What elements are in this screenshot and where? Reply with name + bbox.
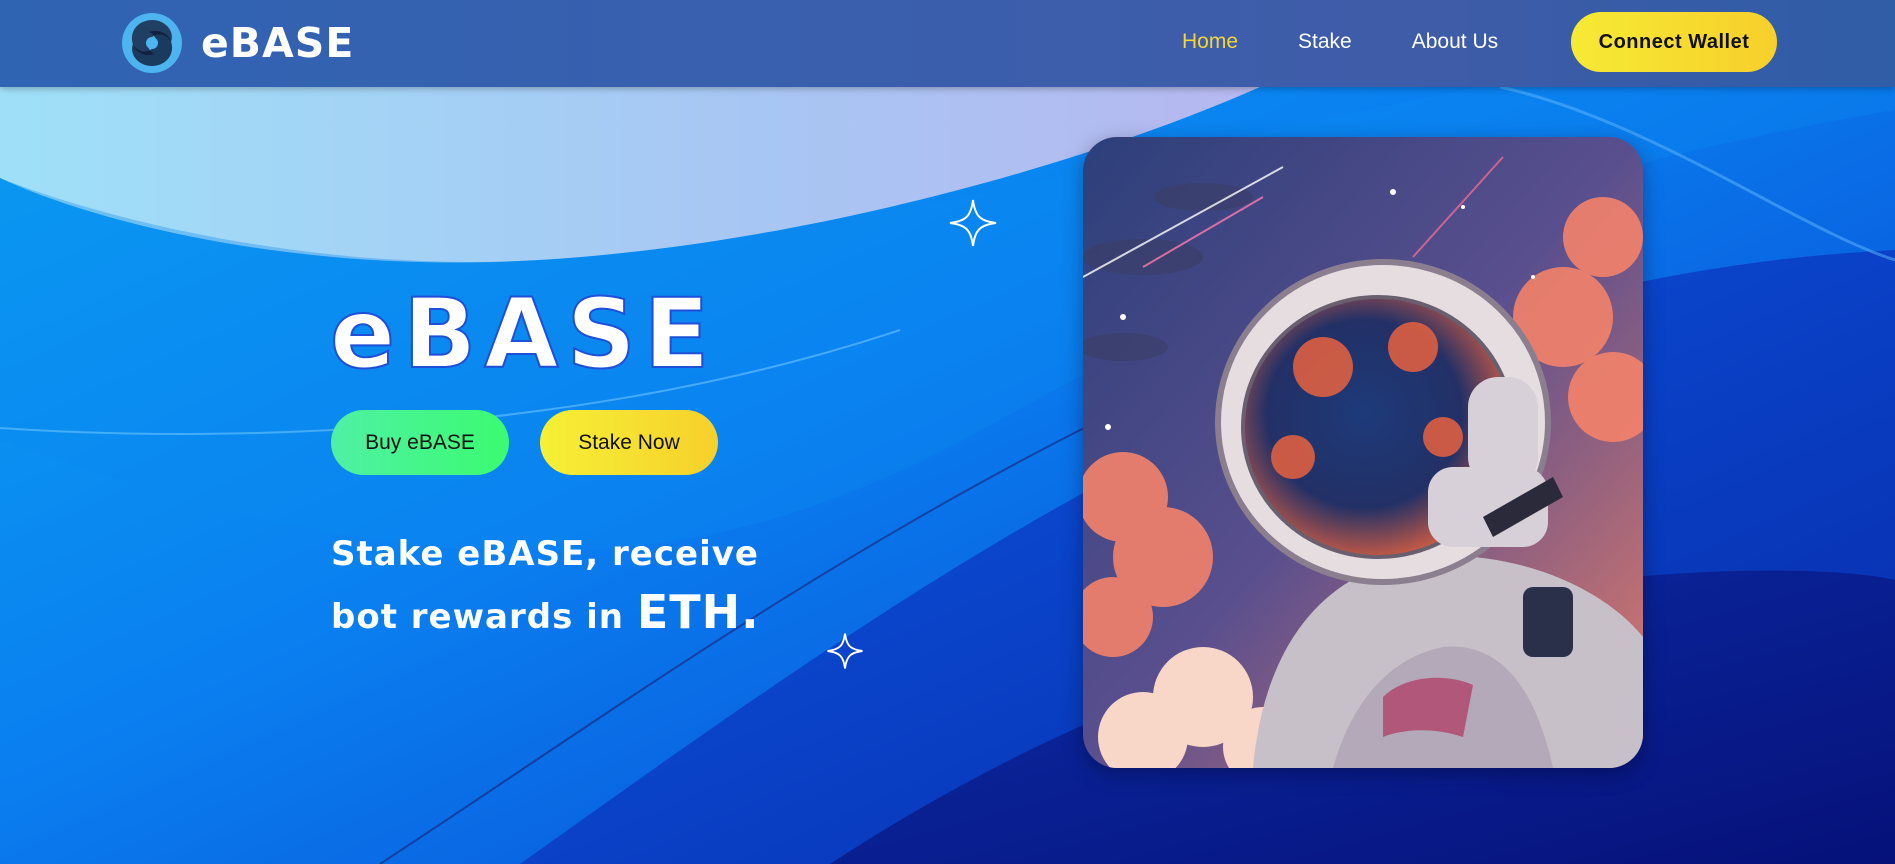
tagline-eth: ETH. [636,585,760,639]
stake-now-button[interactable]: Stake Now [540,410,718,475]
astronaut-illustration [1083,137,1643,768]
hero-title: eBASE [329,277,718,391]
brand-logo[interactable]: eBASE [121,12,354,74]
main-nav: Home Stake About Us [1182,30,1558,54]
brand-name: eBASE [201,19,355,67]
nav-home[interactable]: Home [1182,30,1238,54]
swirl-logo-icon [122,13,182,73]
sparkle-icon [949,199,997,247]
nav-about-us[interactable]: About Us [1412,30,1498,54]
hero-tagline: Stake eBASE, receive bot rewards in ETH. [331,525,811,646]
nav-stake[interactable]: Stake [1298,30,1352,54]
site-header: eBASE Home Stake About Us Connect Wallet [0,0,1895,87]
sparkle-icon [827,633,863,669]
tagline-line-2: bot rewards in [331,597,637,637]
connect-wallet-button[interactable]: Connect Wallet [1571,12,1777,72]
buy-ebase-button[interactable]: Buy eBASE [331,410,509,475]
tagline-line-1: Stake eBASE, receive [331,534,759,574]
